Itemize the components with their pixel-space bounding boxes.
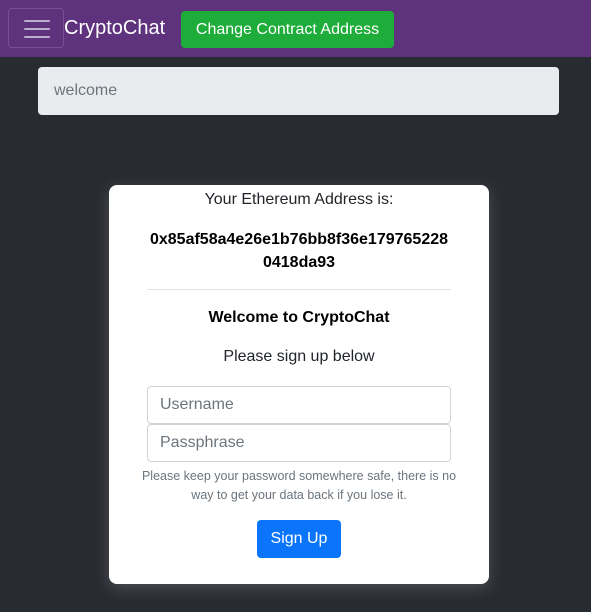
status-message: welcome: [38, 67, 559, 115]
welcome-title: Welcome to CryptoChat: [208, 309, 390, 326]
menu-toggle-button[interactable]: [8, 8, 64, 48]
hamburger-icon: [24, 28, 50, 30]
username-input[interactable]: [147, 386, 451, 424]
ethereum-address: 0x85af58a4e26e1b76bb8f36e1797652280418da…: [149, 231, 449, 271]
hamburger-icon: [24, 20, 50, 22]
navbar: CryptoChat Change Contract Address: [0, 0, 591, 57]
address-label: Your Ethereum Address is:: [204, 191, 394, 208]
change-contract-address-button[interactable]: Change Contract Address: [181, 11, 394, 48]
signup-card: Your Ethereum Address is: 0x85af58a4e26e…: [109, 185, 489, 584]
divider: [147, 289, 451, 290]
passphrase-input[interactable]: [147, 424, 451, 462]
brand-title[interactable]: CryptoChat: [64, 16, 165, 40]
sign-up-button[interactable]: Sign Up: [257, 520, 341, 558]
password-hint: Please keep your password somewhere safe…: [141, 469, 457, 502]
signup-prompt: Please sign up below: [223, 348, 375, 365]
hamburger-icon: [24, 36, 50, 38]
